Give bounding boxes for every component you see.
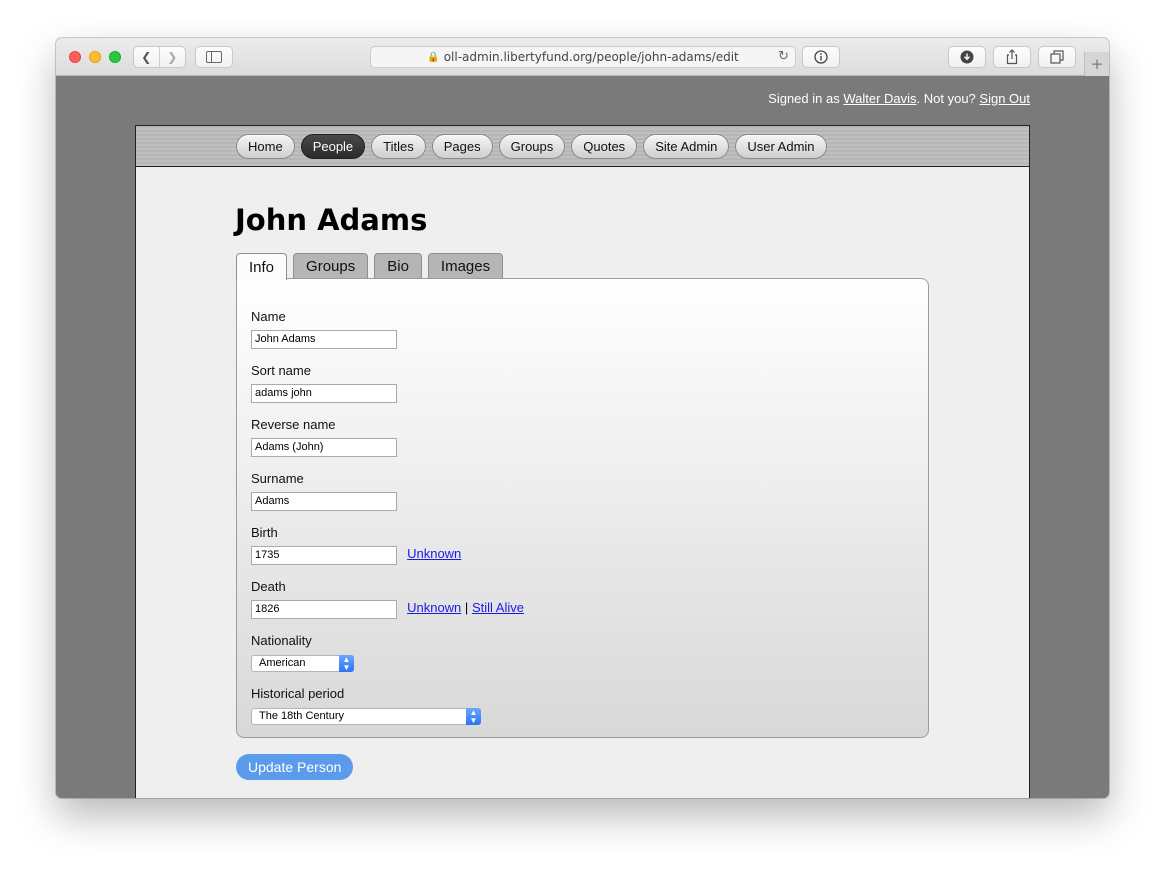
downloads-button[interactable] — [948, 46, 986, 68]
nav-item-user-admin[interactable]: User Admin — [735, 134, 827, 159]
web-page: Signed in as Walter Davis. Not you? Sign… — [56, 76, 1109, 798]
sidebar-icon — [206, 51, 222, 63]
period-value: The 18th Century — [259, 710, 344, 722]
nav-item-quotes[interactable]: Quotes — [571, 134, 638, 159]
page-title: John Adams — [235, 203, 428, 237]
reverse-name-label: Reverse name — [251, 417, 336, 432]
tab-bio[interactable]: Bio — [374, 253, 422, 279]
select-arrows-icon: ▲ ▼ — [466, 708, 481, 725]
form-tabs: Info Groups Bio Images — [236, 253, 504, 280]
content-panel: Home People Titles Pages Groups Quotes S… — [135, 125, 1030, 798]
death-unknown-link[interactable]: Unknown — [407, 600, 461, 615]
browser-window: ❮ ❯ 🔒 oll-admin.libertyfund.org/people/j… — [56, 38, 1109, 798]
still-alive-link[interactable]: Still Alive — [472, 600, 524, 615]
select-arrows-icon: ▲ ▼ — [339, 655, 354, 672]
nationality-field-group: Nationality American ▲ ▼ — [251, 633, 354, 672]
nav-items: Home People Titles Pages Groups Quotes S… — [236, 134, 827, 159]
share-button[interactable] — [993, 46, 1031, 68]
surname-label: Surname — [251, 471, 304, 486]
period-field-group: Historical period The 18th Century ▲ ▼ — [251, 686, 481, 725]
minimize-window-button[interactable] — [89, 51, 101, 63]
nav-item-groups[interactable]: Groups — [498, 134, 566, 159]
back-icon[interactable]: ❮ — [134, 47, 160, 67]
reverse-name-field-group: Reverse name — [251, 417, 397, 457]
info-button[interactable] — [802, 46, 840, 68]
surname-input[interactable] — [251, 491, 397, 511]
tab-images[interactable]: Images — [427, 253, 504, 279]
period-label: Historical period — [251, 686, 345, 701]
name-label: Name — [251, 309, 286, 324]
sort-name-label: Sort name — [251, 363, 311, 378]
birth-field-group: Birth Unknown — [251, 525, 461, 565]
tab-overview-button[interactable] — [1038, 46, 1076, 68]
surname-field-group: Surname — [251, 471, 397, 511]
birth-unknown-link[interactable]: Unknown — [407, 546, 461, 561]
info-icon — [814, 50, 828, 64]
forward-icon[interactable]: ❯ — [160, 47, 185, 67]
plus-icon: + — [1090, 55, 1104, 73]
name-field-group: Name — [251, 309, 397, 349]
nav-item-site-admin[interactable]: Site Admin — [643, 134, 730, 159]
death-label: Death — [251, 579, 286, 594]
tabs-icon — [1050, 50, 1064, 64]
period-select[interactable]: The 18th Century ▲ ▼ — [251, 708, 481, 725]
birth-input[interactable] — [251, 545, 397, 565]
signin-middle: . Not you? — [916, 91, 980, 106]
death-links: Unknown | Still Alive — [407, 600, 524, 615]
nationality-label: Nationality — [251, 633, 312, 648]
browser-titlebar: ❮ ❯ 🔒 oll-admin.libertyfund.org/people/j… — [56, 38, 1109, 76]
share-icon — [1006, 49, 1018, 65]
birth-links: Unknown — [407, 546, 461, 561]
sort-name-field-group: Sort name — [251, 363, 397, 403]
birth-label: Birth — [251, 525, 278, 540]
zoom-window-button[interactable] — [109, 51, 121, 63]
main-navbar: Home People Titles Pages Groups Quotes S… — [136, 126, 1029, 167]
history-nav: ❮ ❯ — [133, 46, 186, 68]
lock-icon: 🔒 — [427, 51, 440, 63]
death-input[interactable] — [251, 599, 397, 619]
person-form: Name Sort name Reverse name Surname Birt… — [236, 278, 929, 738]
death-link-separator: | — [464, 600, 469, 615]
nationality-select[interactable]: American ▲ ▼ — [251, 655, 354, 672]
update-person-button[interactable]: Update Person — [236, 754, 354, 780]
url-text: oll-admin.libertyfund.org/people/john-ad… — [443, 50, 739, 64]
nav-item-home[interactable]: Home — [236, 134, 295, 159]
tab-groups[interactable]: Groups — [293, 253, 369, 279]
sidebar-toggle-button[interactable] — [195, 46, 233, 68]
nav-item-pages[interactable]: Pages — [431, 134, 493, 159]
nav-item-titles[interactable]: Titles — [371, 134, 426, 159]
nav-item-people[interactable]: People — [300, 134, 366, 159]
death-field-group: Death Unknown | Still Alive — [251, 579, 524, 619]
address-bar[interactable]: 🔒 oll-admin.libertyfund.org/people/john-… — [370, 46, 796, 68]
signin-status: Signed in as Walter Davis. Not you? Sign… — [768, 91, 1030, 106]
reload-icon[interactable]: ↻ — [778, 49, 789, 64]
signin-prefix: Signed in as — [768, 91, 844, 106]
sort-name-input[interactable] — [251, 383, 397, 403]
name-input[interactable] — [251, 329, 397, 349]
sign-out-link[interactable]: Sign Out — [979, 91, 1030, 106]
close-window-button[interactable] — [69, 51, 81, 63]
user-link[interactable]: Walter Davis — [843, 91, 916, 106]
reverse-name-input[interactable] — [251, 437, 397, 457]
download-icon — [960, 50, 974, 64]
new-tab-button[interactable]: + — [1084, 52, 1109, 76]
nationality-value: American — [259, 657, 306, 669]
tab-info[interactable]: Info — [236, 253, 288, 280]
